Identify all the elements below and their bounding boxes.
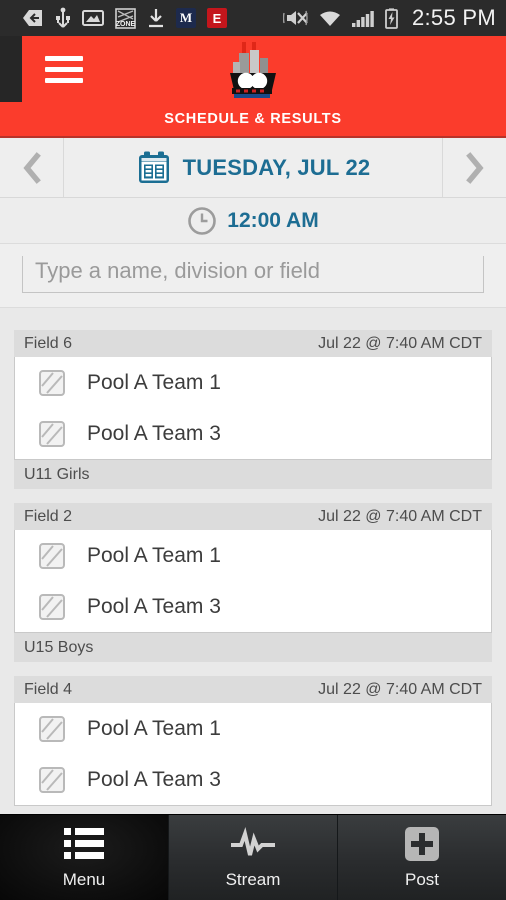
- back-arrow-icon: [23, 10, 42, 26]
- svg-text:ZONE: ZONE: [116, 21, 136, 28]
- game-time-label: Jul 22 @ 7:40 AM CDT: [318, 507, 482, 525]
- game-card-footer: U11 Girls: [14, 460, 492, 489]
- screenshot-icon: [82, 10, 104, 26]
- app-bar: [0, 36, 506, 102]
- m-app-icon: M: [176, 8, 196, 28]
- list-icon: [64, 828, 104, 859]
- time-filter-bar[interactable]: 12:00 AM: [0, 198, 506, 244]
- chevron-left-icon: [22, 151, 41, 184]
- wifi-icon: [319, 11, 340, 26]
- team-name: Pool A Team 1: [87, 543, 221, 567]
- selected-time-label: 12:00 AM: [227, 208, 319, 232]
- search-input[interactable]: [22, 256, 484, 293]
- nav-item-menu[interactable]: Menu: [0, 815, 168, 900]
- battery-charging-icon: [385, 7, 398, 29]
- search-bar: [0, 244, 506, 308]
- clock-icon: [188, 206, 217, 235]
- pulse-icon: [231, 827, 275, 856]
- field-label: Field 6: [24, 334, 73, 352]
- download-icon: [149, 9, 163, 28]
- game-card-header: Field 4 Jul 22 @ 7:40 AM CDT: [14, 676, 492, 703]
- hamburger-menu-icon[interactable]: [34, 36, 94, 102]
- team-row[interactable]: Pool A Team 1: [15, 357, 491, 408]
- next-day-button[interactable]: [442, 138, 506, 197]
- game-time-label: Jul 22 @ 7:40 AM CDT: [318, 334, 482, 352]
- status-bar-notification-icons: ZONE M E: [22, 7, 227, 29]
- signal-icon: [351, 10, 374, 27]
- team-row[interactable]: Pool A Team 1: [15, 530, 491, 581]
- plus-square-icon: [405, 827, 439, 861]
- nav-item-post[interactable]: Post: [337, 815, 506, 900]
- usb-icon: [56, 7, 70, 28]
- date-picker-button[interactable]: TUESDAY, JUL 22: [64, 138, 442, 197]
- status-bar-clock: 2:55 PM: [411, 5, 496, 30]
- game-list[interactable]: Field 6 Jul 22 @ 7:40 AM CDT Pool A Team…: [0, 318, 506, 814]
- game-card-body: Pool A Team 1 Pool A Team 3: [14, 357, 492, 460]
- selected-date-label: TUESDAY, JUL 22: [182, 154, 371, 180]
- game-card-body: Pool A Team 1 Pool A Team 3: [14, 703, 492, 806]
- bottom-navigation-bar: Menu Stream Post: [0, 814, 506, 900]
- drawer-edge[interactable]: [0, 36, 22, 102]
- app-root: ZONE M E 2:55 PM SCHEDULE & RESULTS TUES…: [0, 0, 506, 900]
- game-card[interactable]: Field 6 Jul 22 @ 7:40 AM CDT Pool A Team…: [14, 330, 492, 489]
- game-time-label: Jul 22 @ 7:40 AM CDT: [318, 680, 482, 698]
- team-name: Pool A Team 1: [87, 716, 221, 740]
- status-bar-system-icons: 2:55 PM: [282, 5, 496, 31]
- date-navigation-bar: TUESDAY, JUL 22: [0, 138, 506, 198]
- division-label: U11 Girls: [24, 465, 90, 483]
- nav-item-stream[interactable]: Stream: [168, 815, 337, 900]
- field-label: Field 2: [24, 507, 73, 525]
- screen-title-bar: SCHEDULE & RESULTS: [0, 102, 506, 138]
- chevron-right-icon: [465, 151, 484, 184]
- team-row[interactable]: Pool A Team 1: [15, 703, 491, 754]
- team-logo-placeholder-icon: [39, 542, 65, 569]
- team-logo-placeholder-icon: [39, 369, 65, 396]
- team-logo-placeholder-icon: [39, 420, 65, 447]
- team-logo-placeholder-icon: [39, 715, 65, 742]
- team-name: Pool A Team 1: [87, 370, 221, 394]
- game-card-body: Pool A Team 1 Pool A Team 3: [14, 530, 492, 633]
- field-label: Field 4: [24, 680, 73, 698]
- nav-item-label: Post: [404, 870, 440, 889]
- game-card[interactable]: Field 4 Jul 22 @ 7:40 AM CDT Pool A Team…: [14, 676, 492, 806]
- mute-icon: [282, 10, 308, 26]
- team-logo-placeholder-icon: [39, 593, 65, 620]
- team-logo-icon: [230, 42, 276, 98]
- game-card[interactable]: Field 2 Jul 22 @ 7:40 AM CDT Pool A Team…: [14, 503, 492, 662]
- page-title: SCHEDULE & RESULTS: [164, 111, 342, 127]
- calendar-icon: [138, 151, 169, 183]
- status-bar: ZONE M E 2:55 PM: [0, 0, 506, 36]
- division-label: U15 Boys: [24, 638, 94, 656]
- zone-app-icon: ZONE: [115, 7, 136, 29]
- nav-item-label: Menu: [62, 870, 106, 889]
- team-row[interactable]: Pool A Team 3: [15, 754, 491, 805]
- game-card-header: Field 6 Jul 22 @ 7:40 AM CDT: [14, 330, 492, 357]
- prev-day-button[interactable]: [0, 138, 64, 197]
- game-card-header: Field 2 Jul 22 @ 7:40 AM CDT: [14, 503, 492, 530]
- team-name: Pool A Team 3: [87, 767, 221, 791]
- team-row[interactable]: Pool A Team 3: [15, 581, 491, 632]
- game-card-footer: U15 Boys: [14, 633, 492, 662]
- team-row[interactable]: Pool A Team 3: [15, 408, 491, 459]
- team-name: Pool A Team 3: [87, 594, 221, 618]
- team-logo-placeholder-icon: [39, 766, 65, 793]
- nav-item-label: Stream: [225, 870, 281, 889]
- e-app-icon: E: [207, 8, 227, 28]
- team-name: Pool A Team 3: [87, 421, 221, 445]
